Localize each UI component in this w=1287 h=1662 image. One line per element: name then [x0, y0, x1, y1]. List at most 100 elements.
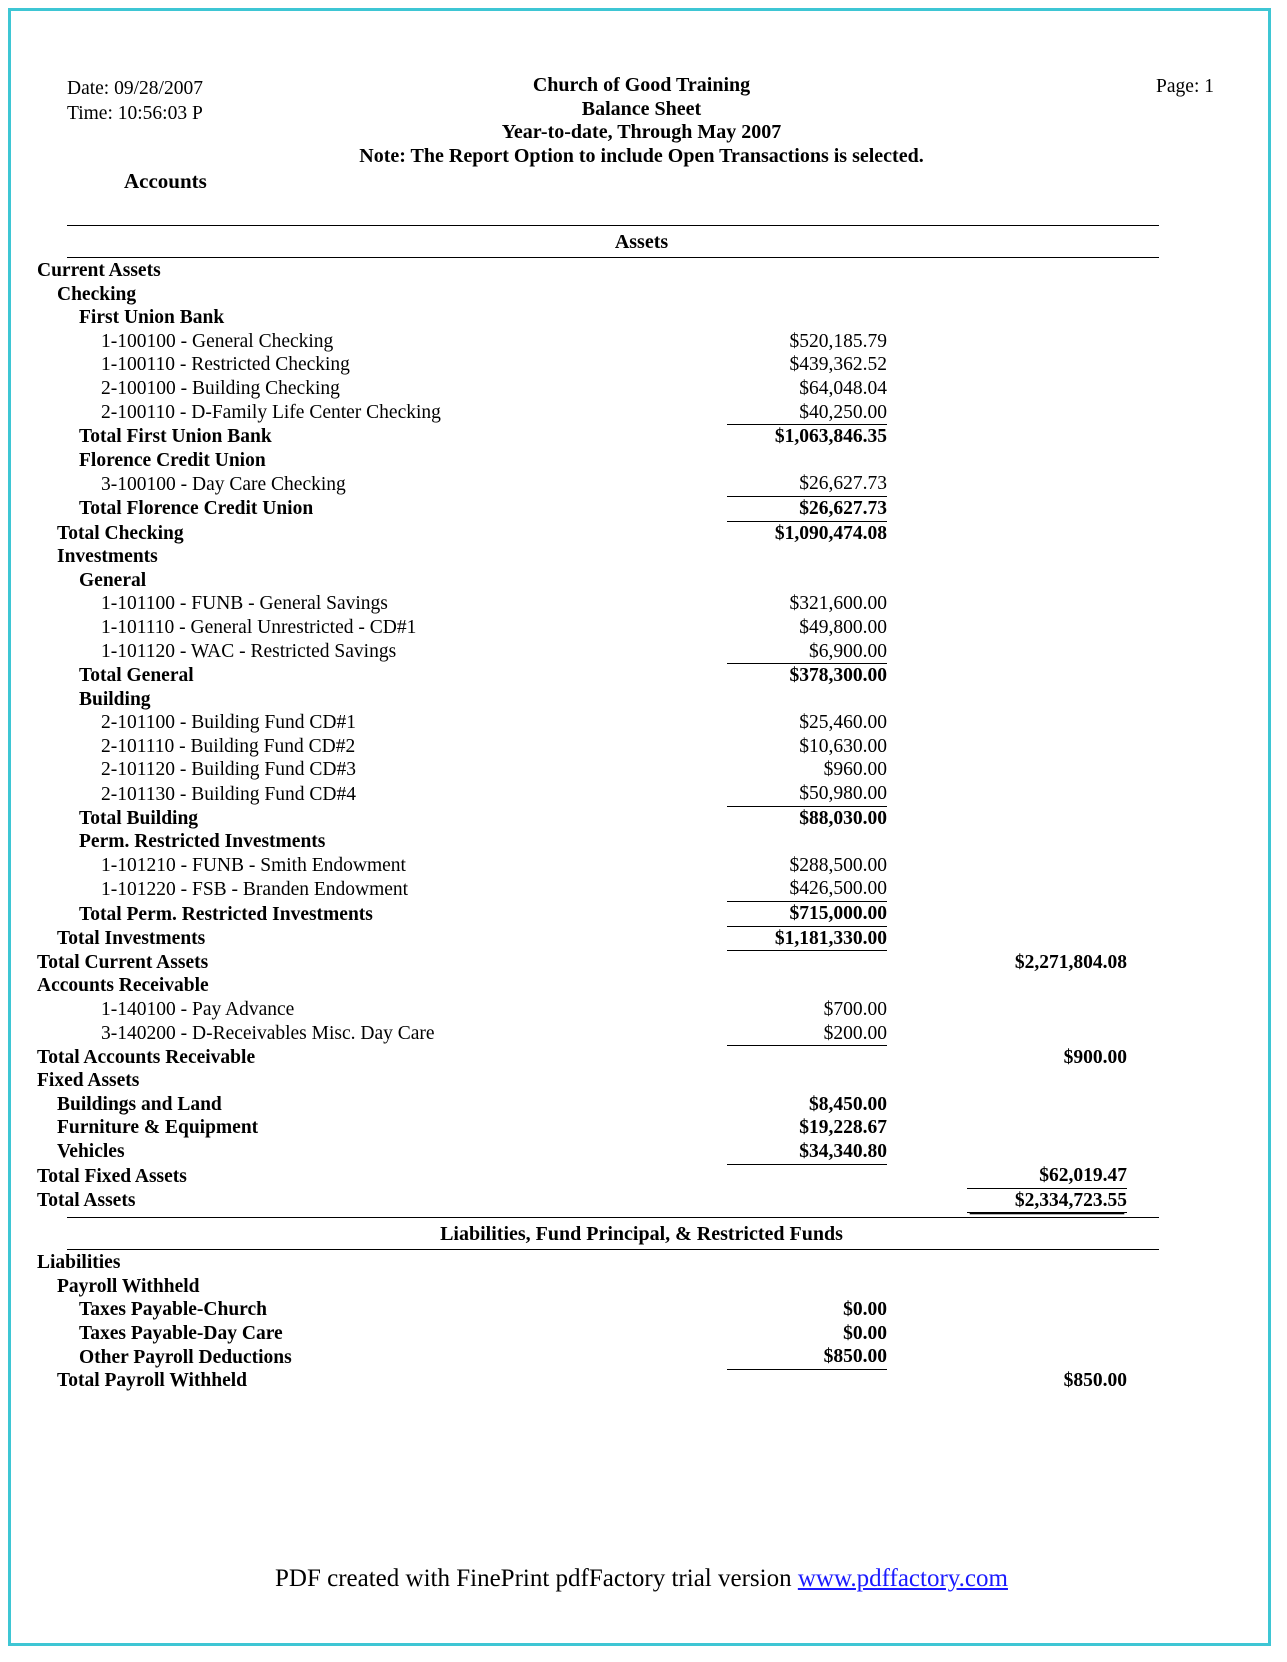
row-gap — [887, 449, 967, 473]
row-label: 1-101120 - WAC - Restricted Savings — [101, 641, 397, 662]
row-amount-total — [967, 616, 1127, 640]
row-tail — [1127, 1093, 1262, 1117]
report-row: Liabilities — [29, 1251, 1262, 1275]
row-amount-primary: $321,600.00 — [789, 593, 888, 615]
row-amount-total — [967, 998, 1127, 1022]
row-tail — [1127, 1298, 1262, 1322]
header-center: Church of Good Training Balance Sheet Ye… — [29, 74, 1254, 168]
row-amount-total — [967, 472, 1127, 496]
row-amount-total — [967, 330, 1127, 354]
row-gap — [887, 592, 967, 616]
row-label: Total Florence Credit Union — [79, 498, 314, 520]
pdf-footer: PDF created with FinePrint pdfFactory tr… — [29, 1565, 1254, 1593]
row-amount-total: $62,019.47 — [967, 1164, 1127, 1189]
row-amount-total — [967, 902, 1127, 927]
row-tail — [1127, 735, 1262, 759]
page-border: Date: 09/28/2007 Time: 10:56:03 P Church… — [8, 8, 1271, 1646]
report-row: Payroll Withheld — [29, 1275, 1262, 1299]
row-amount-total — [967, 449, 1127, 473]
row-tail — [1127, 283, 1262, 307]
row-amount-total: $2,334,723.55 — [967, 1188, 1127, 1214]
row-tail — [1127, 1188, 1262, 1213]
row-tail — [1127, 902, 1262, 927]
row-amount-total — [967, 688, 1127, 712]
report-row: Total Investments $1,181,330.00 — [29, 926, 1262, 952]
row-amount-total — [967, 854, 1127, 878]
row-tail — [1127, 306, 1262, 330]
row-tail — [1127, 974, 1262, 998]
row-amount-total — [967, 1069, 1127, 1093]
row-amount-primary: $10,630.00 — [799, 735, 887, 757]
row-amount-total — [967, 1116, 1127, 1140]
report-row: Other Payroll Deductions $850.00 — [29, 1345, 1262, 1370]
row-gap — [887, 806, 967, 830]
pdffactory-link[interactable]: www.pdffactory.com — [798, 1565, 1008, 1592]
row-gap — [887, 664, 967, 688]
row-label: Building — [79, 688, 151, 710]
row-amount-total — [967, 1275, 1127, 1299]
row-gap — [887, 306, 967, 330]
liabilities-rule-bottom — [67, 1249, 1159, 1250]
row-amount-primary: $715,000.00 — [727, 901, 887, 927]
row-tail — [1127, 758, 1262, 782]
assets-section-title: Assets — [614, 231, 669, 253]
row-amount-total — [967, 259, 1127, 283]
liabilities-table: Liabilities Payroll Withheld Taxes Payab… — [29, 1251, 1262, 1393]
row-gap — [887, 951, 967, 975]
row-gap — [887, 1022, 967, 1046]
row-label: Total Accounts Receivable — [37, 1046, 256, 1068]
row-tail — [1127, 806, 1262, 830]
row-label: Vehicles — [57, 1141, 125, 1163]
row-tail — [1127, 926, 1262, 951]
row-amount-total — [967, 711, 1127, 735]
row-label: Other Payroll Deductions — [79, 1346, 292, 1368]
row-label: Accounts Receivable — [37, 975, 209, 997]
row-amount-total — [967, 1022, 1127, 1046]
row-amount-total — [967, 353, 1127, 377]
row-gap — [887, 259, 967, 283]
row-gap — [887, 401, 967, 425]
row-tail — [1127, 1164, 1262, 1188]
row-amount-total — [967, 1093, 1127, 1117]
row-amount-total — [967, 425, 1127, 449]
row-tail — [1127, 711, 1262, 735]
row-label: 2-100100 - Building Checking — [101, 377, 340, 399]
row-tail — [1127, 1251, 1262, 1275]
row-amount-total — [967, 545, 1127, 569]
row-tail — [1127, 830, 1262, 854]
liabilities-section-band: Liabilities, Fund Principal, & Restricte… — [29, 1217, 1254, 1251]
row-label: Total Fixed Assets — [37, 1165, 187, 1187]
row-amount-total — [967, 830, 1127, 854]
row-tail — [1127, 1022, 1262, 1046]
row-gap — [887, 854, 967, 878]
row-gap — [887, 1164, 967, 1188]
report-row: 1-100110 - Restricted Checking $439,362.5… — [29, 353, 1262, 377]
row-label: 2-101110 - Building Fund CD#2 — [101, 735, 356, 757]
row-amount-primary: $0.00 — [843, 1322, 887, 1344]
row-gap — [887, 616, 967, 640]
row-amount-primary: $50,980.00 — [727, 782, 887, 807]
row-amount-primary: $26,627.73 — [727, 472, 887, 497]
report-row: Total Fixed Assets $62,019.47 — [29, 1164, 1262, 1189]
row-label: 2-101120 - Building Fund CD#3 — [101, 759, 356, 781]
row-amount-total — [967, 877, 1127, 901]
row-label: Payroll Withheld — [57, 1275, 200, 1297]
row-gap — [887, 521, 967, 545]
report-row: Building — [29, 688, 1262, 712]
row-gap — [887, 782, 967, 806]
report-row: Total Florence Credit Union $26,627.73 — [29, 496, 1262, 522]
row-gap — [887, 472, 967, 496]
row-tail — [1127, 353, 1262, 377]
row-amount-primary: $520,185.79 — [789, 330, 888, 352]
row-gap — [887, 1188, 967, 1213]
report-row: 1-101220 - FSB - Branden Endowment $426,5… — [29, 877, 1262, 903]
row-amount-primary — [727, 1069, 887, 1093]
row-label: 3-140200 - D-Receivables Misc. Day Care — [101, 1023, 435, 1044]
row-gap — [887, 545, 967, 569]
row-amount-primary: $0.00 — [843, 1299, 887, 1321]
report-title: Balance Sheet — [581, 97, 702, 120]
row-label: 1-100110 - Restricted Checking — [101, 354, 350, 376]
row-amount-total — [967, 735, 1127, 759]
report-row: Total Checking $1,090,474.08 — [29, 521, 1262, 545]
report-row: 1-101100 - FUNB - General Savings $321,60… — [29, 592, 1262, 616]
